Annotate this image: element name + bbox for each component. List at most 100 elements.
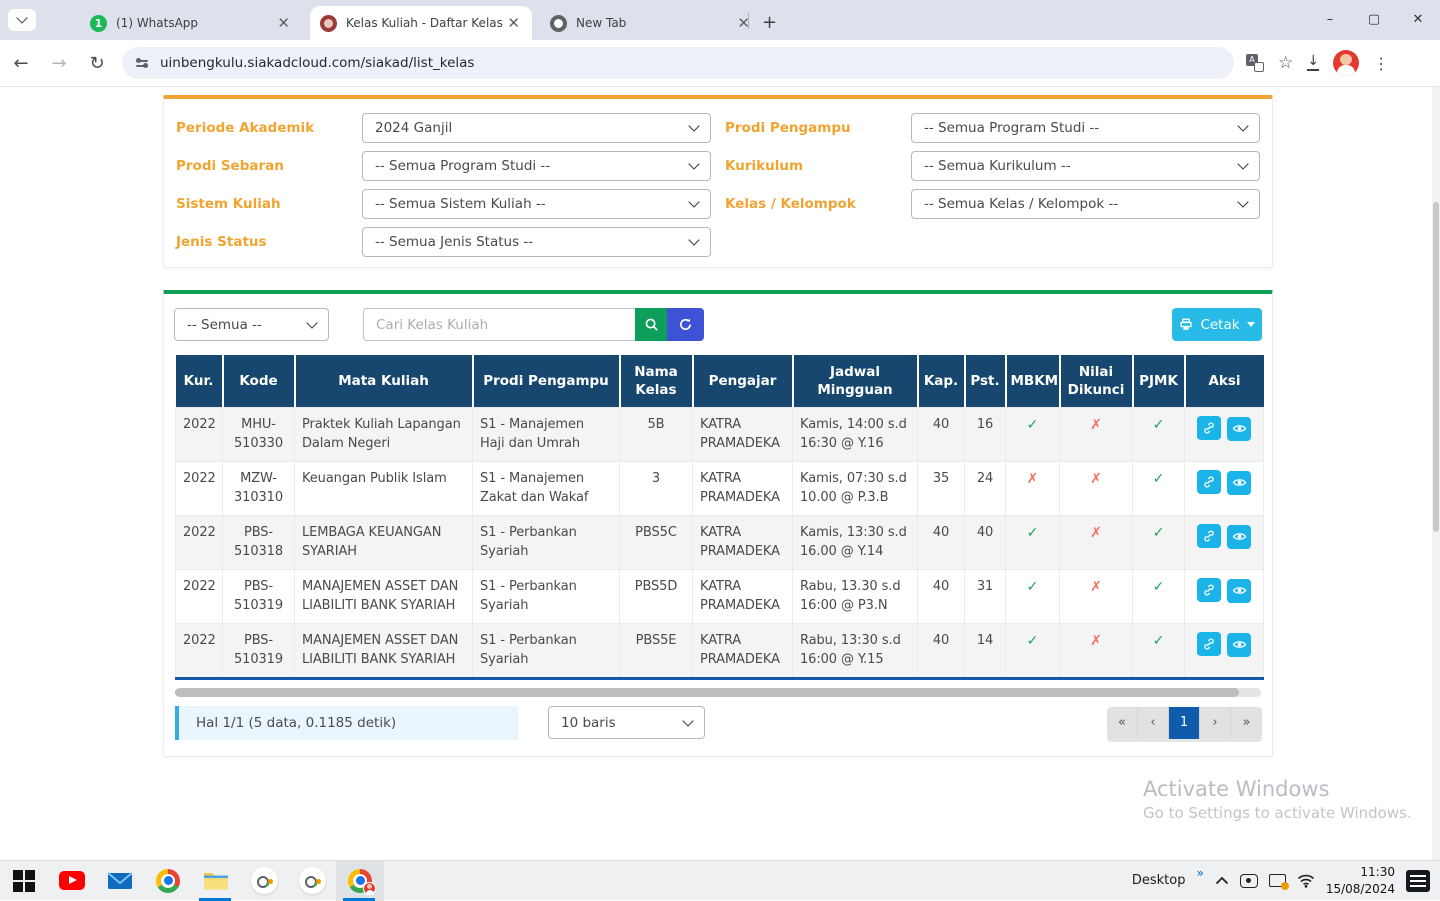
hidden-icons-chevron[interactable] <box>1215 876 1229 885</box>
taskbar-chrome[interactable] <box>144 861 192 901</box>
next-page-button[interactable]: › <box>1200 707 1231 739</box>
search-button[interactable] <box>635 308 667 341</box>
first-page-button[interactable]: « <box>1107 707 1138 739</box>
view-action-button[interactable] <box>1227 633 1251 657</box>
menu-dots-icon[interactable]: ⋮ <box>1373 54 1389 73</box>
column-header: Mata Kuliah <box>295 355 473 408</box>
scrollbar-thumb[interactable] <box>175 688 1239 697</box>
page-size-select[interactable]: 10 baris <box>548 706 705 739</box>
table-row: 2022PBS-510319MANAJEMEN ASSET DAN LIABIL… <box>176 570 1264 624</box>
print-button[interactable]: Cetak <box>1172 308 1262 341</box>
taskbar-clock[interactable]: 11:30 15/08/2024 <box>1326 864 1395 896</box>
cell-pengajar: KATRA PRAMADEKA <box>693 516 793 570</box>
download-icon[interactable]: ↓ <box>1307 56 1319 71</box>
filter-select-prodi-sebaran[interactable]: -- Semua Program Studi -- <box>362 151 711 181</box>
tab-close-icon[interactable]: ✕ <box>735 14 752 32</box>
link-action-button[interactable] <box>1197 470 1221 494</box>
scrollbar-thumb[interactable] <box>1433 202 1439 532</box>
tab-title: Kelas Kuliah - Daftar Kelas & Jad <box>346 16 505 30</box>
tab-close-icon[interactable]: ✕ <box>505 14 522 32</box>
cell-nilai-dikunci: ✗ <box>1060 408 1133 462</box>
close-button[interactable]: ✕ <box>1396 4 1440 34</box>
browser-tab-2[interactable]: Kelas Kuliah - Daftar Kelas & Jad✕ <box>310 6 532 40</box>
mail-icon <box>107 871 133 891</box>
overflow-chevron-icon[interactable]: » <box>1196 866 1203 880</box>
vertical-scrollbar[interactable] <box>1432 87 1440 860</box>
translate-icon[interactable]: A <box>1246 54 1264 72</box>
filter-select-kurikulum[interactable]: -- Semua Kurikulum -- <box>911 151 1260 181</box>
new-tab-button[interactable]: + <box>762 12 777 33</box>
tab-close-icon[interactable]: ✕ <box>275 14 292 32</box>
tray-camera-icon[interactable] <box>1240 874 1258 888</box>
tray-cast-icon[interactable] <box>1269 874 1286 887</box>
window-controls: – ▢ ✕ <box>1308 4 1440 34</box>
scope-select[interactable]: -- Semua -- <box>174 308 329 341</box>
filter-select-sistem-kuliah[interactable]: -- Semua Sistem Kuliah -- <box>362 189 711 219</box>
taskbar-mail[interactable] <box>96 861 144 901</box>
back-icon[interactable]: ← <box>4 46 38 80</box>
filter-select-prodi-pengampu[interactable]: -- Semua Program Studi -- <box>911 113 1260 143</box>
link-action-button[interactable] <box>1197 632 1221 656</box>
cell-prodi-pengampu: S1 - Perbankan Syariah <box>473 624 620 679</box>
last-page-button[interactable]: » <box>1231 707 1262 739</box>
cell-prodi-pengampu: S1 - Manajemen Zakat dan Wakaf <box>473 462 620 516</box>
caret-down-icon <box>1247 322 1255 327</box>
link-action-button[interactable] <box>1197 416 1221 440</box>
cross-icon: ✗ <box>1090 525 1102 541</box>
tab-search-button[interactable] <box>8 9 36 31</box>
tab-title: (1) WhatsApp <box>116 16 275 30</box>
bookmark-star-icon[interactable]: ☆ <box>1278 53 1293 73</box>
link-action-button[interactable] <box>1197 578 1221 602</box>
view-action-button[interactable] <box>1227 525 1251 549</box>
refresh-icon[interactable]: ↻ <box>80 46 114 80</box>
page-number-button[interactable]: 1 <box>1169 707 1200 739</box>
select-value: -- Semua Jenis Status -- <box>375 234 533 250</box>
taskbar-youtube[interactable] <box>48 861 96 901</box>
chrome-dark-favicon-icon <box>550 15 567 32</box>
site-settings-icon[interactable] <box>136 60 148 67</box>
link-icon <box>1202 529 1216 543</box>
taskbar-chrome-profile[interactable] <box>336 861 384 901</box>
link-action-button[interactable] <box>1197 524 1221 548</box>
list-toolbar: -- Semua -- Cetak <box>164 294 1272 341</box>
cell-pjmk: ✓ <box>1133 516 1185 570</box>
browser-tab-1[interactable]: 1(1) WhatsApp✕ <box>80 6 302 40</box>
check-icon: ✓ <box>1153 525 1165 541</box>
cell-mata-kuliah: MANAJEMEN ASSET DAN LIABILITI BANK SYARI… <box>295 570 473 624</box>
browser-tab-3[interactable]: New Tab✕ <box>540 6 762 40</box>
filter-select-jenis-status[interactable]: -- Semua Jenis Status -- <box>362 227 711 257</box>
notification-center-icon[interactable] <box>1406 870 1430 892</box>
prev-page-button[interactable]: ‹ <box>1138 707 1169 739</box>
horizontal-scrollbar[interactable] <box>175 688 1261 697</box>
desktop-label[interactable]: Desktop <box>1132 873 1186 888</box>
view-action-button[interactable] <box>1227 471 1251 495</box>
wifi-icon[interactable] <box>1297 874 1315 888</box>
refresh-list-button[interactable] <box>667 308 704 341</box>
key-icon <box>299 867 326 894</box>
filter-row-left-1: Prodi Sebaran-- Semua Program Studi -- <box>176 147 711 185</box>
taskbar-key-app-1[interactable] <box>240 861 288 901</box>
taskbar-file-explorer[interactable] <box>192 861 240 901</box>
cell-nilai-dikunci: ✗ <box>1060 516 1133 570</box>
profile-avatar[interactable] <box>1333 50 1359 76</box>
tabs-container: 1(1) WhatsApp✕Kelas Kuliah - Daftar Kela… <box>80 6 762 40</box>
view-action-button[interactable] <box>1227 579 1251 603</box>
taskbar-key-app-2[interactable] <box>288 861 336 901</box>
filter-select-periode-akademik[interactable]: 2024 Ganjil <box>362 113 711 143</box>
cell-aksi <box>1185 624 1264 679</box>
class-table: Kur.KodeMata KuliahProdi PengampuNama Ke… <box>175 355 1264 680</box>
address-bar[interactable]: uinbengkulu.siakadcloud.com/siakad/list_… <box>122 47 1234 79</box>
maximize-button[interactable]: ▢ <box>1352 4 1396 34</box>
minimize-button[interactable]: – <box>1308 4 1352 34</box>
start-button[interactable] <box>0 861 48 901</box>
forward-icon[interactable]: → <box>42 46 76 80</box>
select-value: -- Semua Kurikulum -- <box>924 158 1071 174</box>
view-action-button[interactable] <box>1227 417 1251 441</box>
search-input[interactable] <box>363 308 635 341</box>
url-text[interactable]: uinbengkulu.siakadcloud.com/siakad/list_… <box>160 55 474 71</box>
cell-pengajar: KATRA PRAMADEKA <box>693 624 793 679</box>
cell-prodi-pengampu: S1 - Perbankan Syariah <box>473 570 620 624</box>
column-header: Pengajar <box>693 355 793 408</box>
filter-select-kelas-kelompok[interactable]: -- Semua Kelas / Kelompok -- <box>911 189 1260 219</box>
cell-kap: 35 <box>918 462 965 516</box>
